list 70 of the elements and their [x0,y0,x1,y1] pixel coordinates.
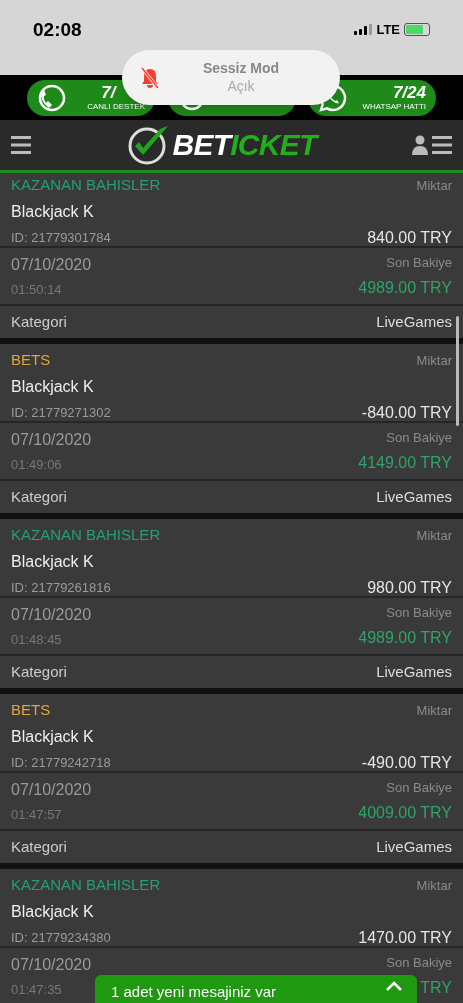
amount-label: Miktar [416,351,452,370]
toast-title: Sessiz Mod [202,60,280,78]
category-label: Kategori [11,486,67,507]
transaction-date: 07/10/2020 [11,955,92,975]
toast-subtitle: Açık [227,77,255,95]
amount-value: 840.00 TRY [367,227,452,248]
amount-label: Miktar [416,176,452,195]
transaction-date: 07/10/2020 [11,780,92,800]
message-banner[interactable]: 1 adet yeni mesajiniz var [95,975,417,1003]
muted-bell-icon [140,66,160,89]
transaction-id: ID: 21779234380 [11,928,111,947]
transaction-time: 01:47:57 [11,806,63,824]
transaction-time: 01:50:14 [11,281,63,299]
transaction-id: ID: 21779261816 [11,578,111,597]
balance-value: 4989.00 TRY [358,627,452,648]
transaction-type: KAZANAN BAHISLER [11,875,161,895]
amount-value: -840.00 TRY [361,402,452,423]
category-label: Kategori [11,311,67,332]
transaction-id: ID: 21779242718 [11,753,111,772]
game-name: Blackjack K [11,901,95,922]
promo-label: CANLI DESTEK [87,103,145,111]
transaction-date: 07/10/2020 [11,605,92,625]
game-name: Blackjack K [11,201,95,222]
transaction-date: 07/10/2020 [11,255,92,275]
message-text: 1 adet yeni mesajiniz var [111,982,277,1002]
amount-label: Miktar [416,701,452,720]
battery-icon [404,23,430,37]
balance-value: 4009.00 TRY [358,802,452,823]
amount-value: 980.00 TRY [367,577,452,598]
promo-headline: 7/ [101,84,116,101]
transaction-type: BETS [11,700,51,720]
balance-label: Son Bakiye [386,604,452,622]
category-label: Kategori [11,661,67,682]
transaction-time: 01:47:35 [11,981,63,999]
network-label: LTE [376,21,400,39]
transaction-date: 07/10/2020 [11,430,92,450]
balance-label: Son Bakiye [386,779,452,797]
balance-value: TRY [420,977,452,998]
category-value: LiveGames [376,661,452,682]
amount-label: Miktar [416,876,452,895]
game-name: Blackjack K [11,726,95,747]
amount-label: Miktar [416,526,452,545]
promo-label: WHATSAP HATTI [362,103,426,111]
amount-value: 1470.00 TRY [358,927,452,948]
category-value: LiveGames [376,486,452,507]
user-menu-icon[interactable] [412,135,452,155]
category-value: LiveGames [376,311,452,332]
status-time: 02:08 [33,18,82,42]
category-label: Kategori [11,836,67,857]
transaction-time: 01:49:06 [11,456,63,474]
transaction-time: 01:48:45 [11,631,63,649]
logo-text: BET [172,130,231,160]
signal-icon [354,24,373,36]
amount-value: -490.00 TRY [361,752,452,773]
transaction-type: KAZANAN BAHISLER [11,525,161,545]
category-value: LiveGames [376,836,452,857]
menu-icon[interactable] [11,136,31,154]
transaction-type: KAZANAN BAHISLER [11,175,161,195]
game-name: Blackjack K [11,551,95,572]
balance-label: Son Bakiye [386,954,452,972]
transaction-id: ID: 21779271302 [11,403,111,422]
transaction-id: ID: 21779301784 [11,228,111,247]
game-name: Blackjack K [11,376,95,397]
balance-label: Son Bakiye [386,254,452,272]
balance-value: 4989.00 TRY [358,277,452,298]
promo-headline: 7/24 [392,84,426,101]
balance-value: 4149.00 TRY [358,452,452,473]
transaction-type: BETS [11,350,51,370]
chevron-up-icon[interactable] [385,981,403,992]
balance-label: Son Bakiye [386,429,452,447]
